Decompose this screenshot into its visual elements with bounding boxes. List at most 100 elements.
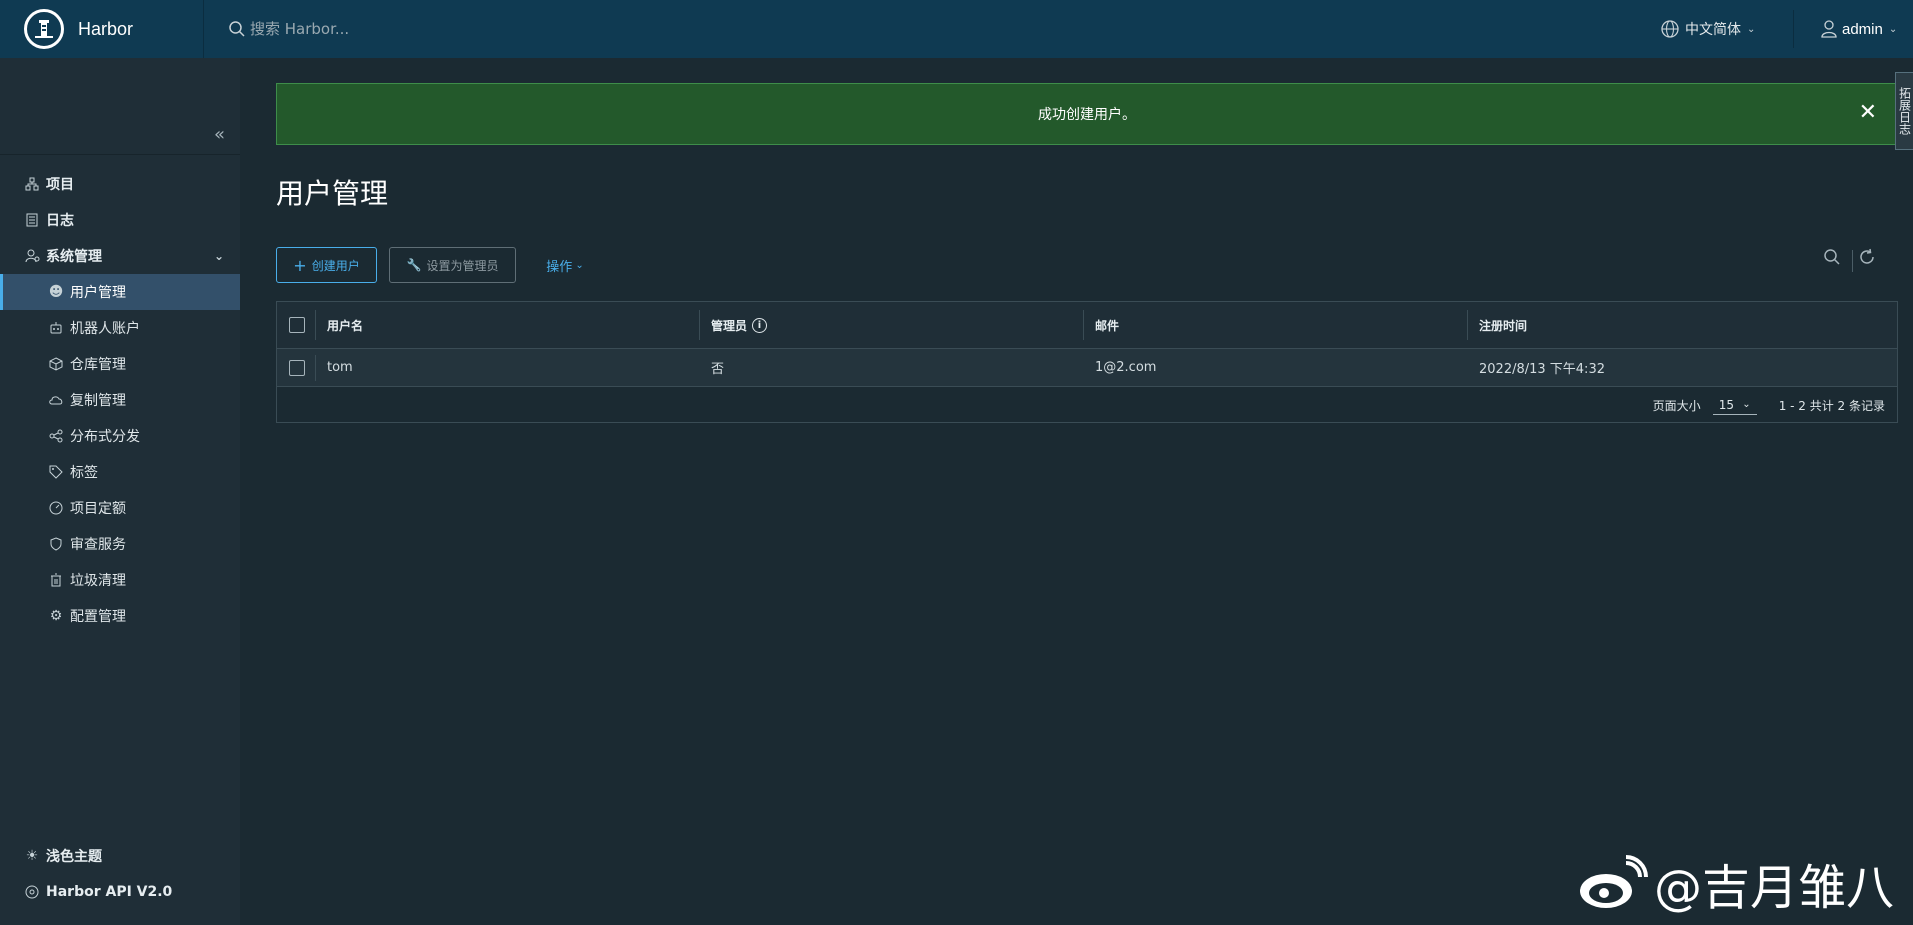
- sidebar-item-label: 配置管理: [70, 609, 126, 625]
- robot-icon: [48, 320, 64, 336]
- select-all-checkbox[interactable]: [289, 302, 305, 348]
- sun-icon: ☀: [25, 848, 39, 864]
- wrench-icon: 🔧: [406, 258, 422, 272]
- sidebar-item-label: 复制管理: [70, 393, 126, 409]
- harbor-logo-icon[interactable]: [24, 9, 64, 49]
- sidebar-item-label: 项目: [46, 177, 74, 193]
- sidebar-item-admin[interactable]: 系统管理 ⌄: [0, 238, 240, 274]
- set-admin-button[interactable]: 🔧 设置为管理员: [389, 247, 516, 283]
- brand[interactable]: Harbor: [0, 0, 204, 58]
- watermark: @吉月雏八: [1576, 848, 1894, 918]
- sidebar-item-label: 仓库管理: [70, 357, 126, 373]
- sidebar-item-configuration[interactable]: ⚙ 配置管理: [0, 598, 240, 634]
- create-user-button[interactable]: + 创建用户: [276, 247, 377, 283]
- sidebar-item-label: 项目定额: [70, 501, 126, 517]
- search-input[interactable]: [250, 20, 650, 38]
- page-size-label: 页面大小: [1652, 398, 1701, 413]
- success-alert: 成功创建用户。 ✕: [276, 83, 1898, 145]
- language-label: 中文简体: [1685, 22, 1741, 38]
- page-size-select[interactable]: 15 ⌄: [1712, 396, 1757, 415]
- api-icon: [24, 884, 40, 900]
- row-checkbox[interactable]: [289, 349, 305, 386]
- sidebar-divider: [0, 154, 240, 155]
- sidebar-item-label: 日志: [46, 213, 74, 229]
- cell-email: 1@2.com: [1095, 360, 1157, 375]
- users-table: 用户名 管理员 i 邮件 注册时间 tom 否 1@2.com 2022/8/1…: [276, 301, 1898, 423]
- user-icon: [1821, 20, 1837, 38]
- table-footer: 页面大小 15 ⌄ 1 - 2 共计 2 条记录: [277, 388, 1897, 422]
- dashboard-icon: [48, 500, 64, 516]
- sidebar-item-replications[interactable]: 复制管理: [0, 382, 240, 418]
- sidebar-item-project-quotas[interactable]: 项目定额: [0, 490, 240, 526]
- page-title: 用户管理: [276, 177, 389, 210]
- sidebar-item-user-management[interactable]: ☻ 用户管理: [0, 274, 240, 310]
- pagination-summary: 1 - 2 共计 2 条记录: [1778, 398, 1885, 413]
- api-label: Harbor API V2.0: [46, 884, 173, 900]
- chevron-down-icon: ⌄: [1747, 23, 1756, 35]
- sidebar-item-label: 审查服务: [70, 537, 126, 553]
- theme-toggle[interactable]: ☀ 浅色主题: [0, 838, 240, 874]
- table-row[interactable]: tom 否 1@2.com 2022/8/13 下午4:32: [277, 349, 1897, 387]
- action-dropdown[interactable]: 操作 ⌄: [535, 247, 595, 283]
- username-label: admin: [1842, 20, 1883, 38]
- theme-label: 浅色主题: [46, 849, 102, 865]
- admin-icon: [24, 248, 40, 264]
- page-size-value: 15: [1718, 397, 1734, 412]
- column-header-username[interactable]: 用户名: [327, 302, 363, 348]
- sidebar-item-garbage-collection[interactable]: 垃圾清理: [0, 562, 240, 598]
- search-icon: [229, 21, 245, 37]
- refresh-icon[interactable]: [1858, 248, 1876, 271]
- watermark-text: @吉月雏八: [1654, 860, 1895, 916]
- api-link[interactable]: Harbor API V2.0: [0, 874, 240, 910]
- column-header-registered[interactable]: 注册时间: [1479, 302, 1527, 348]
- language-selector[interactable]: 中文简体 ⌄: [1660, 0, 1755, 58]
- sidebar-item-label: 系统管理: [46, 249, 102, 265]
- sidebar-item-logs[interactable]: 日志: [0, 202, 240, 238]
- sidebar-item-labels[interactable]: 标签: [0, 454, 240, 490]
- cell-username: tom: [327, 360, 353, 375]
- sidebar-item-label: 分布式分发: [70, 429, 140, 445]
- info-icon[interactable]: i: [752, 317, 768, 333]
- tag-icon: [48, 464, 64, 480]
- sidebar-item-interrogation[interactable]: 审查服务: [0, 526, 240, 562]
- sidebar-item-label: 用户管理: [70, 285, 126, 301]
- table-header: 用户名 管理员 i 邮件 注册时间: [277, 302, 1897, 349]
- project-icon: [24, 176, 40, 192]
- sidebar-item-registries[interactable]: 仓库管理: [0, 346, 240, 382]
- column-header-email[interactable]: 邮件: [1095, 302, 1119, 348]
- column-header-admin[interactable]: 管理员 i: [711, 302, 768, 348]
- alert-message: 成功创建用户。: [1038, 107, 1136, 123]
- create-user-label: 创建用户: [311, 258, 360, 273]
- sidebar-item-distributions[interactable]: 分布式分发: [0, 418, 240, 454]
- set-admin-label: 设置为管理员: [426, 258, 499, 273]
- user-menu[interactable]: admin ⌄: [1820, 0, 1897, 58]
- close-icon[interactable]: ✕: [1859, 102, 1877, 124]
- sidebar-item-projects[interactable]: 项目: [0, 166, 240, 202]
- users-icon: ☻: [48, 284, 64, 300]
- plus-icon: +: [293, 255, 307, 275]
- trash-icon: [48, 572, 64, 588]
- toolbar-divider: [1852, 250, 1853, 272]
- sidebar: « 项目 日志 系统管理 ⌄ ☻ 用户管理 机器人账户 仓库管理 复制管理 分布…: [0, 58, 240, 925]
- sidebar-item-robot-accounts[interactable]: 机器人账户: [0, 310, 240, 346]
- chevron-down-icon: ⌄: [575, 259, 584, 271]
- search-icon[interactable]: [1823, 248, 1841, 271]
- chevron-down-icon: ⌄: [1888, 23, 1898, 35]
- brand-name: Harbor: [78, 18, 134, 39]
- column-header-admin-label: 管理员: [711, 318, 748, 333]
- action-label: 操作: [546, 259, 573, 275]
- cloud-icon: [48, 392, 64, 408]
- cell-registered: 2022/8/13 下午4:32: [1479, 362, 1605, 377]
- cell-admin: 否: [711, 362, 725, 377]
- top-header: Harbor 中文简体 ⌄ admin ⌄: [0, 0, 1913, 58]
- side-tab[interactable]: 拓展日志: [1895, 72, 1913, 150]
- shield-icon: [48, 536, 64, 552]
- sidebar-item-label: 机器人账户: [70, 321, 140, 337]
- chevron-down-icon: ⌄: [214, 249, 225, 263]
- box-icon: [48, 356, 64, 372]
- sidebar-item-label: 垃圾清理: [70, 573, 126, 589]
- globe-icon: [1661, 20, 1679, 38]
- collapse-sidebar-icon[interactable]: «: [214, 124, 225, 145]
- gear-icon: ⚙: [49, 608, 63, 624]
- global-search[interactable]: [228, 0, 828, 58]
